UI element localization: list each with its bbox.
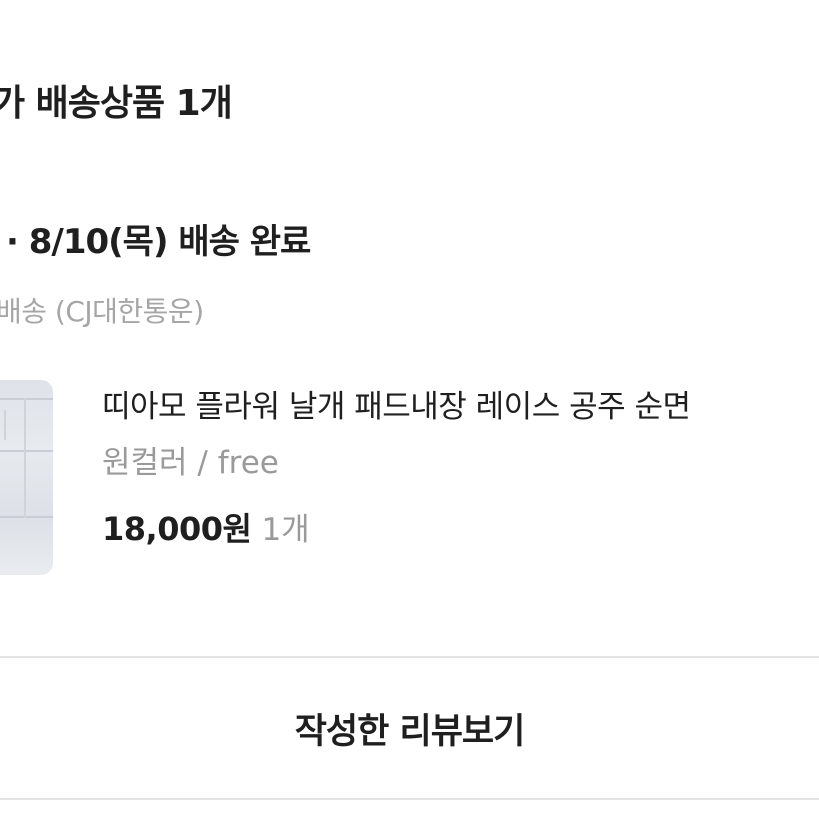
product-name[interactable]: 띠아모 플라워 날개 패드내장 레이스 공주 순면: [102, 384, 819, 430]
thumbnail-detail: [24, 398, 26, 518]
thumbnail-detail: [0, 398, 53, 400]
product-price: 18,000원: [102, 510, 252, 548]
product-quantity: 1개: [261, 512, 310, 548]
divider: [0, 798, 819, 800]
thumbnail-detail: [0, 450, 53, 452]
shipment-group-title: 가 배송상품 1개: [0, 83, 233, 124]
view-review-label: 작성한 리뷰보기: [294, 711, 526, 752]
product-thumbnail[interactable]: [0, 380, 53, 575]
thumbnail-detail: [0, 516, 53, 518]
delivery-status: · 8/10(목) 배송 완료: [6, 222, 311, 262]
thumbnail-detail: [4, 410, 6, 440]
order-detail-page: 가 배송상품 1개 · 8/10(목) 배송 완료 배송 (CJ대한통운) 띠아…: [0, 0, 819, 819]
product-option: 원컬러 / free: [102, 445, 279, 481]
view-review-button[interactable]: 작성한 리뷰보기: [0, 658, 819, 798]
product-info[interactable]: 띠아모 플라워 날개 패드내장 레이스 공주 순면 원컬러 / free 18,…: [102, 384, 819, 552]
product-price-row: 18,000원 1개: [102, 506, 819, 552]
carrier-info: 배송 (CJ대한통운): [0, 295, 204, 328]
